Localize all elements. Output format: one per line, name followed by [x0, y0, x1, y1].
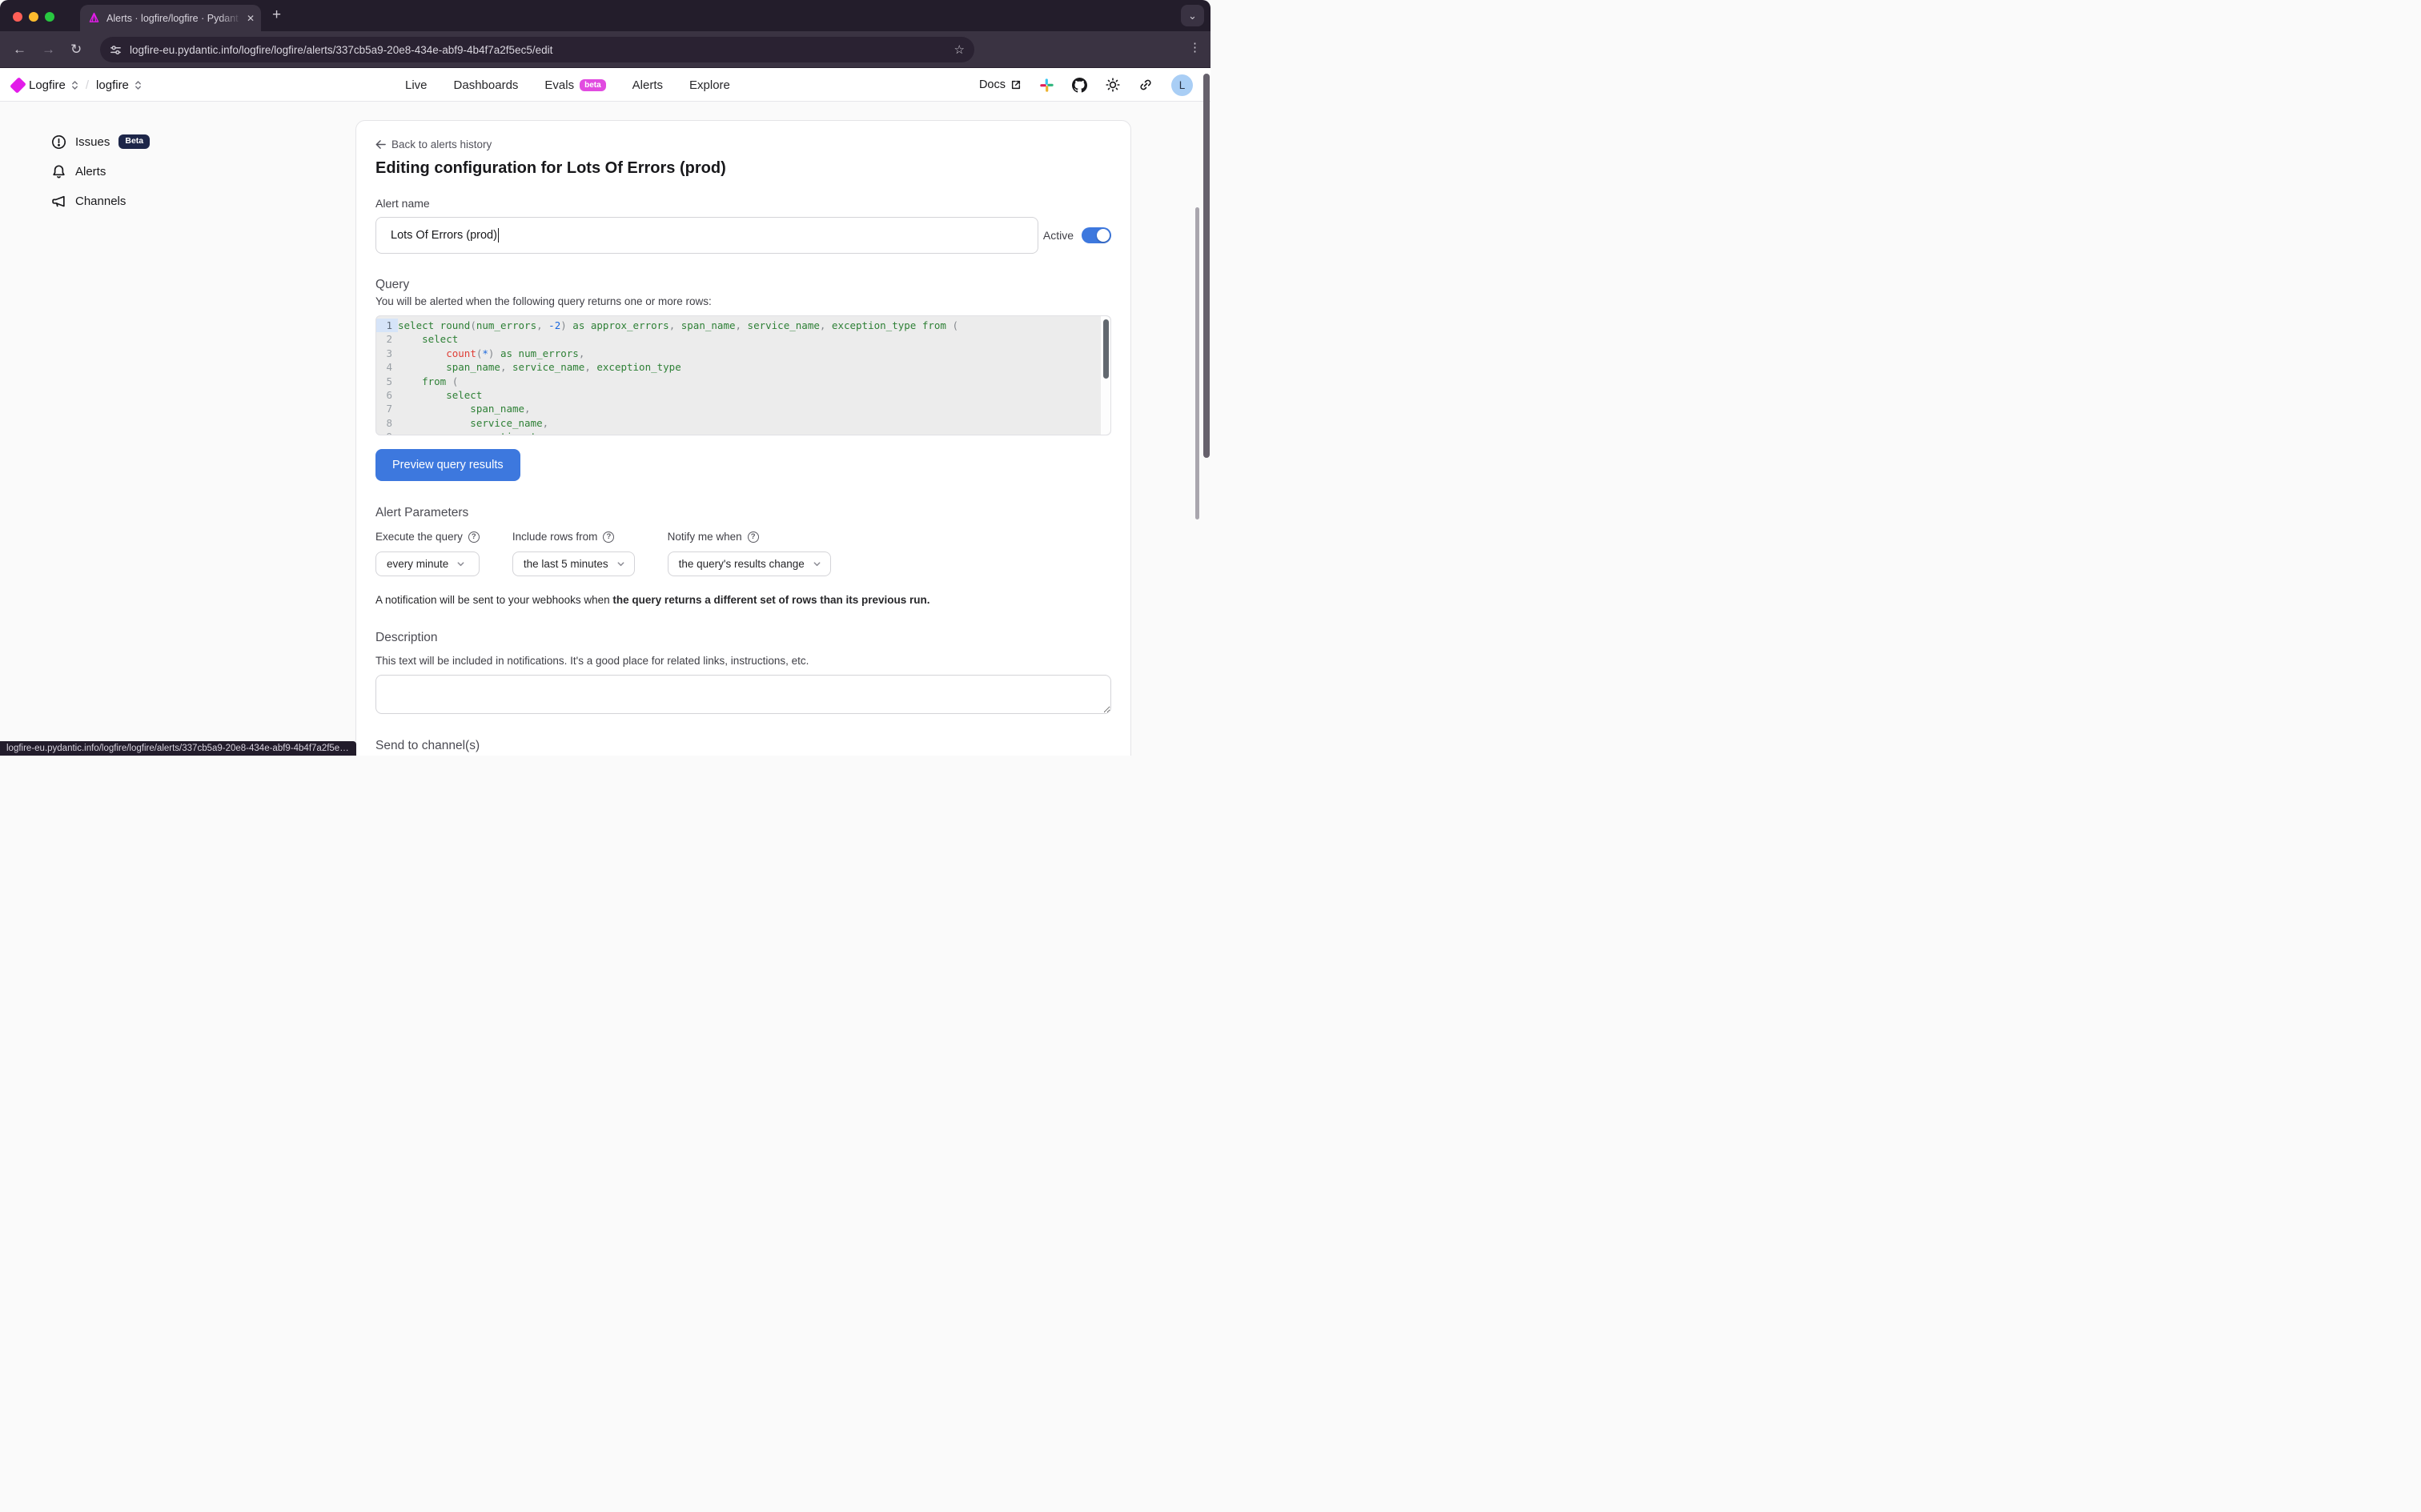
logfire-favicon	[88, 12, 100, 24]
preview-query-results-button[interactable]: Preview query results	[375, 449, 520, 481]
page-content: Issues Beta Alerts Channels Back to aler…	[0, 102, 1210, 756]
url-bar[interactable]: logfire-eu.pydantic.info/logfire/logfire…	[100, 37, 974, 62]
issues-beta-badge: Beta	[118, 134, 150, 149]
logfire-logo-icon	[10, 77, 26, 94]
reload-icon[interactable]: ↻	[70, 41, 82, 58]
tab-search-chevron-icon[interactable]: ⌄	[1181, 5, 1204, 26]
active-toggle[interactable]	[1082, 227, 1111, 243]
browser-menu-icon[interactable]: ⋮	[1189, 40, 1201, 54]
minimize-window-button[interactable]	[29, 12, 38, 22]
page-title: Editing configuration for Lots Of Errors…	[375, 159, 1111, 178]
zoom-window-button[interactable]	[45, 12, 54, 22]
text-cursor	[498, 228, 499, 243]
chevron-down-icon	[813, 559, 821, 568]
editor-scrollbar-thumb[interactable]	[1103, 319, 1109, 379]
nav-evals[interactable]: Evals beta	[544, 78, 605, 92]
breadcrumb-slash: /	[86, 78, 89, 92]
new-tab-button[interactable]: +	[272, 6, 281, 24]
tab-title: Alerts · logfire/logfire · Pydant	[106, 13, 242, 24]
alert-name-input[interactable]: Lots Of Errors (prod)	[375, 217, 1038, 254]
description-heading: Description	[375, 631, 1111, 645]
theme-toggle-sun-icon[interactable]	[1106, 78, 1120, 92]
url-text[interactable]: logfire-eu.pydantic.info/logfire/logfire…	[130, 44, 954, 56]
include-rows-param: Include rows from? the last 5 minutes	[512, 531, 635, 576]
notification-note: A notification will be sent to your webh…	[375, 594, 1111, 606]
browser-toolbar: ← → ↻ logfire-eu.pydantic.info/logfire/l…	[0, 31, 1210, 68]
query-subtitle: You will be alerted when the following q…	[375, 295, 1111, 307]
sql-query-editor[interactable]: 1select round(num_errors, -2) as approx_…	[375, 315, 1111, 435]
tab-close-icon[interactable]: ✕	[247, 13, 255, 24]
megaphone-icon	[51, 194, 66, 209]
code-lines: 1select round(num_errors, -2) as approx_…	[376, 316, 1110, 435]
sidebar-item-alerts[interactable]: Alerts	[51, 159, 235, 183]
notify-when-param: Notify me when? the query's results chan…	[668, 531, 831, 576]
nav-alerts[interactable]: Alerts	[632, 78, 663, 92]
chevron-down-icon	[456, 559, 465, 568]
back-arrow-icon	[375, 139, 386, 150]
bookmark-star-icon[interactable]: ☆	[954, 42, 965, 57]
help-icon[interactable]: ?	[748, 531, 759, 543]
issues-seal-icon	[51, 134, 66, 150]
bell-icon	[51, 164, 66, 179]
org-switcher[interactable]: Logfire	[29, 78, 66, 92]
slack-icon[interactable]	[1040, 78, 1054, 92]
browser-tab[interactable]: Alerts · logfire/logfire · Pydant ✕	[80, 5, 261, 31]
main-nav: Live Dashboards Evals beta Alerts Explor…	[405, 68, 730, 102]
share-link-icon[interactable]	[1138, 78, 1153, 92]
back-to-alerts-link[interactable]: Back to alerts history	[375, 138, 1111, 150]
execute-query-select[interactable]: every minute	[375, 551, 480, 576]
sidebar-item-label: Issues	[75, 135, 110, 149]
editor-scrollbar-track	[1101, 316, 1110, 435]
description-textarea[interactable]	[375, 675, 1111, 714]
project-switcher[interactable]: logfire	[96, 78, 129, 92]
include-rows-select[interactable]: the last 5 minutes	[512, 551, 635, 576]
sidebar: Issues Beta Alerts Channels	[51, 130, 235, 219]
query-heading: Query	[375, 278, 1111, 292]
alert-name-label: Alert name	[375, 197, 1111, 210]
nav-dashboards[interactable]: Dashboards	[454, 78, 519, 92]
close-window-button[interactable]	[13, 12, 22, 22]
org-selector-icon[interactable]	[71, 80, 78, 90]
sidebar-item-label: Alerts	[75, 165, 106, 178]
chevron-down-icon	[616, 559, 625, 568]
docs-link[interactable]: Docs	[979, 78, 1022, 91]
evals-beta-badge: beta	[580, 79, 606, 91]
traffic-lights	[13, 12, 54, 22]
forward-icon[interactable]: →	[42, 41, 55, 58]
breadcrumb: Logfire / logfire	[13, 68, 142, 102]
nav-live[interactable]: Live	[405, 78, 428, 92]
external-link-icon	[1010, 79, 1022, 90]
toggle-knob	[1097, 229, 1110, 242]
alert-parameters-row: Execute the query? every minute Include …	[375, 531, 1111, 576]
browser-titlebar: Alerts · logfire/logfire · Pydant ✕ + ⌄	[0, 0, 1210, 31]
app-header: Logfire / logfire Live Dashboards Evals …	[0, 68, 1210, 102]
help-icon[interactable]: ?	[603, 531, 614, 543]
content-scrollbar-thumb[interactable]	[1195, 207, 1199, 519]
site-info-icon[interactable]	[110, 44, 122, 56]
active-label: Active	[1043, 229, 1074, 242]
project-selector-icon[interactable]	[134, 80, 142, 90]
user-avatar[interactable]: L	[1171, 74, 1193, 96]
sidebar-item-label: Channels	[75, 195, 126, 208]
nav-explore[interactable]: Explore	[689, 78, 730, 92]
channels-heading: Send to channel(s)	[375, 739, 1111, 753]
description-helper: This text will be included in notificati…	[375, 655, 1111, 667]
alert-parameters-heading: Alert Parameters	[375, 506, 1111, 520]
github-icon[interactable]	[1072, 78, 1087, 93]
execute-query-param: Execute the query? every minute	[375, 531, 480, 576]
alert-edit-panel: Back to alerts history Editing configura…	[355, 120, 1131, 756]
status-bar-url-tooltip: logfire-eu.pydantic.info/logfire/logfire…	[0, 741, 356, 756]
header-actions: Docs L	[979, 68, 1193, 102]
page-scrollbar-thumb[interactable]	[1203, 74, 1210, 458]
sidebar-item-issues[interactable]: Issues Beta	[51, 130, 235, 154]
sidebar-item-channels[interactable]: Channels	[51, 189, 235, 213]
back-icon[interactable]: ←	[13, 41, 26, 58]
notify-when-select[interactable]: the query's results change	[668, 551, 831, 576]
help-icon[interactable]: ?	[468, 531, 480, 543]
